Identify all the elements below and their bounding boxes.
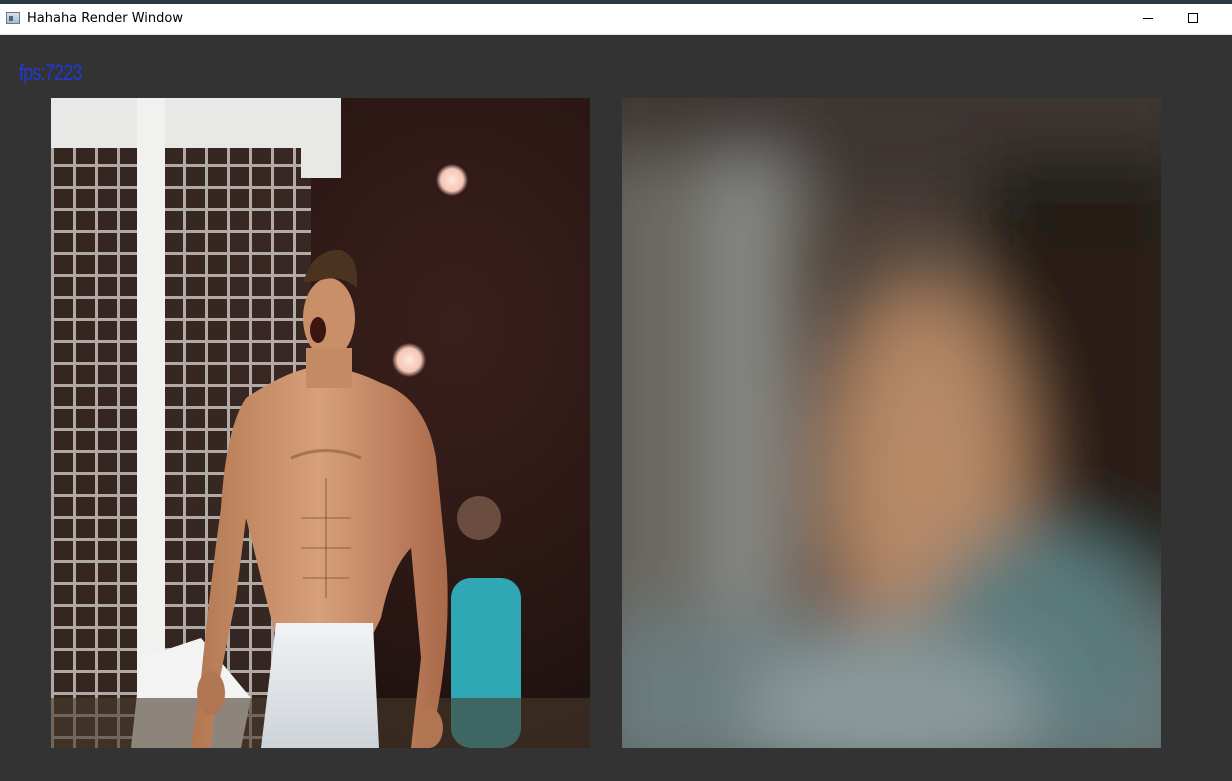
maximize-button[interactable] <box>1170 4 1216 34</box>
maximize-icon <box>1188 13 1198 23</box>
window-title: Hahaha Render Window <box>27 11 183 26</box>
window-titlebar[interactable]: Hahaha Render Window <box>0 4 1232 35</box>
blurred-image <box>622 98 1161 748</box>
original-image-panel <box>51 98 590 748</box>
render-area[interactable]: fps:7223 <box>0 35 1232 781</box>
minimize-button[interactable] <box>1125 4 1171 34</box>
blurred-image-panel <box>622 98 1161 748</box>
original-image <box>51 98 590 748</box>
fps-counter: fps:7223 <box>19 60 82 85</box>
app-window-icon <box>6 12 20 24</box>
minimize-icon <box>1143 18 1153 19</box>
